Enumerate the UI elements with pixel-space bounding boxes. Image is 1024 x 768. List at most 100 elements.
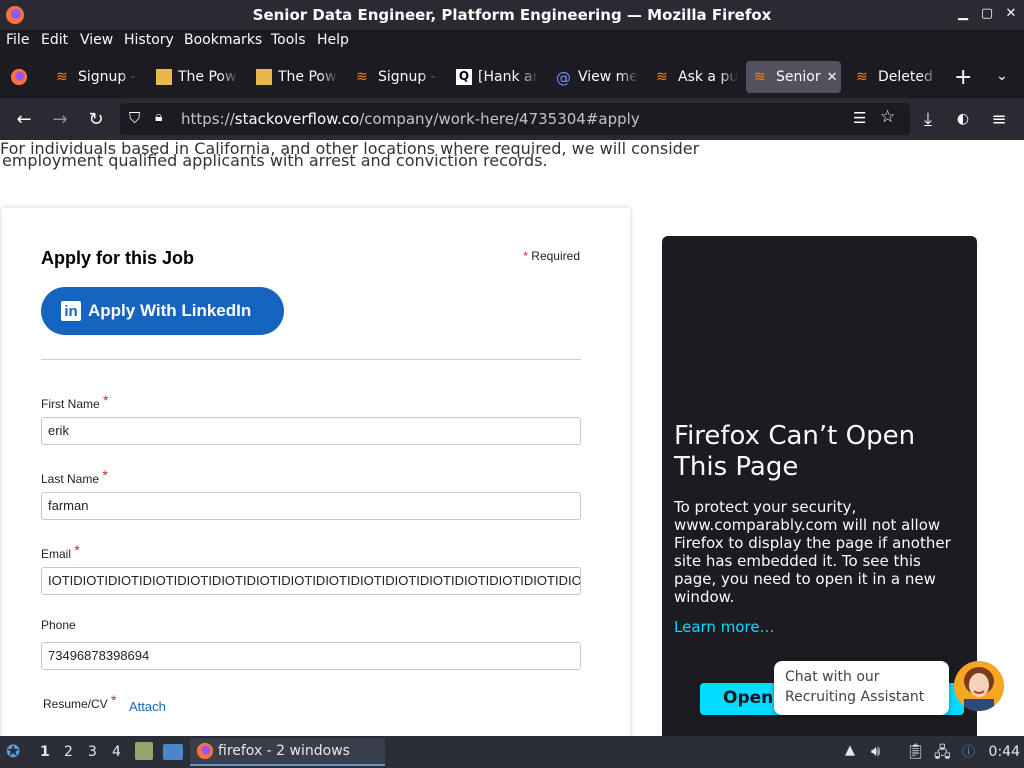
- url-domain: stackoverflow.co: [234, 110, 360, 128]
- forward-icon[interactable]: →: [48, 107, 72, 131]
- volume-icon[interactable]: 🔊︎: [871, 742, 880, 760]
- assistant-face-icon: [954, 661, 1004, 711]
- image-icon: [256, 69, 272, 85]
- workspace-2[interactable]: 2: [64, 744, 73, 760]
- workspace-3[interactable]: 3: [88, 744, 97, 760]
- linkedin-button-label: Apply With LinkedIn: [88, 301, 252, 320]
- notification-icon[interactable]: ⓘ: [962, 741, 975, 760]
- required-text: Required: [531, 249, 580, 263]
- apply-with-linkedin-button[interactable]: in Apply With LinkedIn: [41, 287, 284, 335]
- maximize-icon[interactable]: ▢: [980, 6, 994, 21]
- back-icon[interactable]: ←: [12, 107, 36, 131]
- taskbar-firefox-task[interactable]: firefox - 2 windows: [190, 738, 385, 766]
- tab-hank[interactable]: Q [Hank ar: [448, 61, 538, 93]
- reload-icon[interactable]: ↻: [84, 107, 108, 131]
- menu-bar: File Edit View History Bookmarks Tools H…: [0, 30, 1024, 52]
- application-form-card: Apply for this Job * Required in Apply W…: [2, 208, 630, 736]
- tab-senior-active[interactable]: ≋ Senior ✕: [746, 61, 841, 93]
- extension-icon[interactable]: ◐: [951, 107, 975, 131]
- reader-view-icon[interactable]: ☰: [853, 109, 866, 127]
- menu-view[interactable]: View: [80, 32, 113, 48]
- clock: 0:44: [988, 744, 1020, 760]
- desktop-icon[interactable]: [163, 744, 183, 760]
- window-titlebar: Senior Data Engineer, Platform Engineeri…: [0, 0, 1024, 30]
- chat-bubble[interactable]: Chat with our Recruiting Assistant: [774, 661, 949, 715]
- last-name-field[interactable]: farman: [41, 492, 581, 520]
- workspace-1[interactable]: 1: [40, 744, 50, 760]
- tab-ask[interactable]: ≋ Ask a pu: [648, 61, 738, 93]
- required-star: *: [102, 467, 108, 483]
- task-label: firefox - 2 windows: [218, 743, 350, 759]
- firefox-view-icon[interactable]: [10, 68, 28, 86]
- close-window-icon[interactable]: ✕: [1004, 6, 1018, 21]
- divider: [41, 359, 581, 360]
- tracking-shield-icon[interactable]: ⛉: [129, 109, 140, 127]
- intro-cut-line: For individuals based in California, and…: [0, 140, 700, 158]
- menu-bookmarks[interactable]: Bookmarks: [184, 32, 262, 48]
- network-icon[interactable]: 🖧: [934, 742, 951, 767]
- tab-view-me[interactable]: @ View me: [548, 61, 638, 93]
- tab-deleted[interactable]: ≋ Deleted: [848, 61, 938, 93]
- phone-field[interactable]: 73496878398694: [41, 642, 581, 670]
- at-icon: @: [556, 69, 571, 87]
- navigation-bar: ← → ↻ ⛉ 🔒︎ https://stackoverflow.co/comp…: [0, 98, 1024, 140]
- clipboard-icon[interactable]: 📋︎: [906, 742, 925, 760]
- window-title: Senior Data Engineer, Platform Engineeri…: [252, 6, 772, 24]
- email-label: Email *: [41, 542, 80, 561]
- file-manager-icon[interactable]: [135, 742, 153, 760]
- required-star: *: [523, 249, 528, 263]
- email-label-text: Email: [41, 547, 72, 561]
- recruiting-assistant-avatar[interactable]: [954, 661, 1004, 711]
- email-field[interactable]: IOTIDIOTIDIOTIDIOTIDIOTIDIOTIDIOTIDIOTID…: [41, 567, 581, 595]
- first-name-label: First Name *: [41, 392, 108, 411]
- attach-resume-link[interactable]: Attach: [129, 699, 166, 714]
- start-menu-icon[interactable]: ✪: [6, 742, 20, 762]
- required-star: *: [111, 692, 117, 708]
- form-title: Apply for this Job: [41, 248, 194, 268]
- tab-signup-2[interactable]: ≋ Signup -: [348, 61, 438, 93]
- menu-file[interactable]: File: [6, 32, 29, 48]
- menu-edit[interactable]: Edit: [41, 32, 68, 48]
- required-star: *: [103, 392, 109, 408]
- stackoverflow-icon: ≋: [356, 69, 368, 85]
- required-star: *: [74, 542, 80, 558]
- new-tab-icon[interactable]: +: [954, 65, 972, 90]
- image-icon: [156, 69, 172, 85]
- tab-the-pow-1[interactable]: The Pow: [148, 61, 238, 93]
- url-bar[interactable]: ⛉ 🔒︎ https://stackoverflow.co/company/wo…: [120, 103, 910, 135]
- menu-tools[interactable]: Tools: [271, 32, 306, 48]
- downloads-icon[interactable]: ⤓: [916, 107, 940, 131]
- url-prefix: https://: [181, 110, 235, 128]
- workspace-4[interactable]: 4: [112, 744, 121, 760]
- linkedin-icon: in: [61, 301, 81, 321]
- first-name-label-text: First Name: [41, 397, 100, 411]
- page-content: For individuals based in California, and…: [0, 140, 1024, 736]
- close-tab-icon[interactable]: ✕: [827, 70, 838, 85]
- bookmark-star-icon[interactable]: ☆: [880, 107, 895, 127]
- menu-history[interactable]: History: [124, 32, 174, 48]
- system-taskbar: ✪ 1 2 3 4 firefox - 2 windows ▲ 🔊︎ 📋︎ 🖧 …: [0, 736, 1024, 768]
- tray-up-icon[interactable]: ▲: [845, 743, 855, 758]
- stackoverflow-icon: ≋: [656, 69, 668, 85]
- blocked-title: Firefox Can’t Open This Page: [674, 421, 916, 482]
- stackoverflow-icon: ≋: [56, 69, 68, 85]
- firefox-task-icon: [196, 742, 214, 760]
- lock-icon[interactable]: 🔒︎: [155, 109, 162, 125]
- menu-help[interactable]: Help: [317, 32, 349, 48]
- tab-bar: ≋ Signup - The Pow The Pow ≋ Signup - Q …: [0, 56, 1024, 98]
- blocked-message: To protect your security, www.comparably…: [674, 498, 951, 606]
- first-name-field[interactable]: erik: [41, 417, 581, 445]
- url-text[interactable]: https://stackoverflow.co/company/work-he…: [181, 110, 640, 128]
- minimize-icon[interactable]: ▁: [956, 6, 970, 21]
- q-icon: Q: [456, 69, 472, 85]
- tab-the-pow-2[interactable]: The Pow: [248, 61, 338, 93]
- app-menu-icon[interactable]: ≡: [987, 107, 1011, 131]
- learn-more-link[interactable]: Learn more…: [674, 618, 775, 636]
- stackoverflow-icon: ≋: [856, 69, 868, 85]
- intro-paragraph: For individuals based in California, and…: [0, 140, 702, 172]
- stackoverflow-icon: ≋: [754, 69, 766, 85]
- required-note: * Required: [523, 249, 580, 263]
- last-name-label-text: Last Name: [41, 472, 100, 486]
- tab-list-chevron-icon[interactable]: ⌄: [996, 68, 1008, 84]
- tab-signup-1[interactable]: ≋ Signup -: [48, 61, 138, 93]
